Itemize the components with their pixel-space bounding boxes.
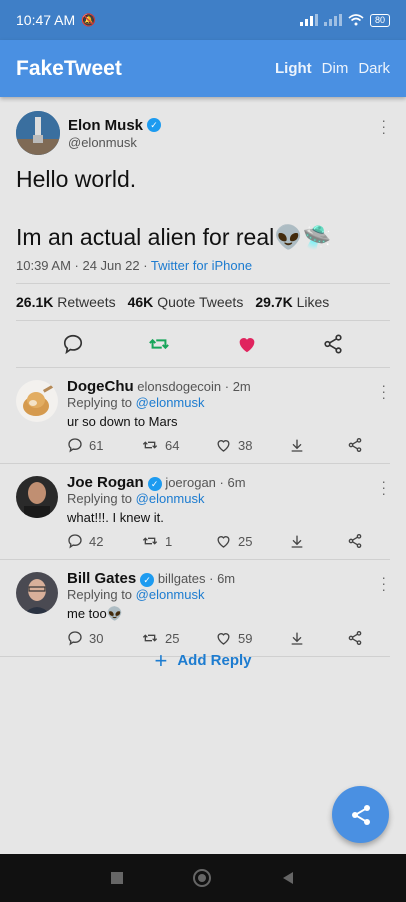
reply-icon[interactable] (62, 333, 84, 355)
reply-like-button[interactable]: 38 (215, 437, 275, 453)
reply-item: · · · DogeChu elonsdogecoin · 2m Replying … (0, 368, 390, 464)
reply-like-button[interactable]: 25 (215, 533, 275, 549)
recents-button[interactable] (111, 872, 123, 884)
retweet-icon[interactable] (147, 333, 171, 355)
theme-dim-button[interactable]: Dim (322, 60, 349, 77)
theme-dark-button[interactable]: Dark (358, 60, 390, 77)
reply-icon (68, 631, 82, 646)
reply-icon (68, 534, 82, 549)
wifi-icon (348, 14, 364, 26)
reply-retweet-button[interactable]: 25 (141, 630, 201, 646)
share-icon[interactable] (322, 333, 344, 355)
retweets-stat[interactable]: 26.1K Retweets (16, 294, 116, 310)
replying-to: Replying to @elonmusk (67, 587, 205, 602)
reply-actions: 42 1 25 (67, 533, 374, 549)
retweet-icon (142, 441, 158, 449)
app-bar: FakeTweet Light Dim Dark (0, 40, 406, 97)
like-icon[interactable] (235, 333, 259, 355)
heart-icon (217, 440, 230, 452)
reply-text: what!!!. I knew it. (67, 510, 164, 525)
plus-icon: + (154, 648, 168, 673)
tweet-actions (0, 321, 406, 367)
reply-item: · · · Bill Gates ✓ billgates · 6m Replying … (0, 560, 390, 657)
system-nav-bar (0, 854, 406, 902)
reply-handle: joerogan · 6m (165, 475, 246, 490)
tweet-client-link[interactable]: Twitter for iPhone (151, 258, 252, 273)
share-fab-button[interactable] (332, 786, 389, 843)
more-options-icon[interactable]: · · · (381, 378, 386, 404)
app-title: FakeTweet (16, 56, 122, 80)
back-button[interactable] (281, 871, 295, 885)
avatar[interactable] (16, 476, 58, 518)
mute-icon: 🔕 (81, 13, 97, 27)
reply-handle: billgates · 6m (157, 571, 236, 586)
status-icons: 80 (299, 13, 390, 27)
reply-author-name[interactable]: Bill Gates (67, 570, 136, 587)
author-handle[interactable]: @elonmusk (68, 135, 161, 150)
download-icon[interactable] (289, 437, 305, 453)
share-icon[interactable] (347, 630, 363, 646)
reply-item: · · · Joe Rogan ✓ joerogan · 6m Replying to… (0, 464, 390, 560)
battery-icon: 80 (369, 13, 390, 27)
add-reply-button[interactable]: + Add Reply (0, 648, 406, 674)
reply-comment-button[interactable]: 30 (67, 630, 127, 646)
more-options-icon[interactable]: · · · (381, 570, 386, 596)
heart-icon (217, 633, 230, 645)
tweet-text: Hello world. Im an actual alien for real… (16, 166, 332, 250)
reply-text: ur so down to Mars (67, 414, 178, 429)
tweet-time: 10:39 AM · 24 Jun 22 · (16, 258, 151, 273)
status-bar: 10:47 AM 🔕 80 (0, 0, 406, 40)
avatar[interactable] (16, 572, 58, 614)
status-time: 10:47 AM (16, 12, 76, 28)
verified-icon: ✓ (140, 572, 155, 587)
tweet-thread: Elon Musk ✓ @elonmusk · · · Hello world. Im… (0, 97, 406, 657)
heart-icon (217, 536, 230, 548)
reply-author-name[interactable]: Joe Rogan (67, 474, 144, 491)
share-icon (351, 804, 370, 825)
verified-icon: ✓ (147, 476, 162, 491)
retweet-icon (142, 634, 158, 642)
share-icon[interactable] (347, 533, 363, 549)
replying-to: Replying to @elonmusk (67, 491, 205, 506)
reply-retweet-button[interactable]: 1 (141, 533, 201, 549)
reply-like-button[interactable]: 59 (215, 630, 275, 646)
add-reply-label: Add Reply (177, 651, 252, 669)
reply-handle: elonsdogecoin · 2m (137, 379, 251, 394)
replying-to-link[interactable]: @elonmusk (136, 395, 205, 410)
replying-to: Replying to @elonmusk (67, 395, 205, 410)
author-name[interactable]: Elon Musk (68, 117, 143, 134)
replying-to-link[interactable]: @elonmusk (136, 587, 205, 602)
download-icon[interactable] (289, 533, 305, 549)
theme-switcher: Light Dim Dark (275, 60, 390, 77)
share-icon[interactable] (347, 437, 363, 453)
more-options-icon[interactable]: · · · (381, 113, 386, 139)
reply-author-name[interactable]: DogeChu (67, 378, 134, 395)
home-button[interactable] (193, 869, 211, 887)
reply-comment-button[interactable]: 61 (67, 437, 127, 453)
likes-stat[interactable]: 29.7K Likes (255, 294, 329, 310)
quotes-stat[interactable]: 46K Quote Tweets (128, 294, 244, 310)
reply-text: me too👽 (67, 606, 123, 621)
reply-retweet-button[interactable]: 64 (141, 437, 201, 453)
reply-comment-button[interactable]: 42 (67, 533, 127, 549)
avatar[interactable] (16, 380, 58, 422)
reply-actions: 30 25 59 (67, 630, 374, 646)
reply-icon (68, 438, 82, 453)
signal-2-icon (323, 14, 342, 26)
retweet-icon (142, 537, 158, 545)
download-icon[interactable] (289, 630, 305, 646)
tweet-meta: 10:39 AM · 24 Jun 22 · Twitter for iPhon… (16, 258, 390, 283)
avatar[interactable] (16, 111, 60, 155)
main-tweet: Elon Musk ✓ @elonmusk · · · Hello world. Im… (0, 97, 406, 283)
theme-light-button[interactable]: Light (275, 60, 312, 77)
signal-icon (299, 14, 318, 26)
replying-to-link[interactable]: @elonmusk (136, 491, 205, 506)
more-options-icon[interactable]: · · · (381, 474, 386, 500)
reply-actions: 61 64 38 (67, 437, 374, 453)
verified-icon: ✓ (147, 118, 162, 133)
tweet-stats: 26.1K Retweets 46K Quote Tweets 29.7K Li… (0, 284, 406, 320)
